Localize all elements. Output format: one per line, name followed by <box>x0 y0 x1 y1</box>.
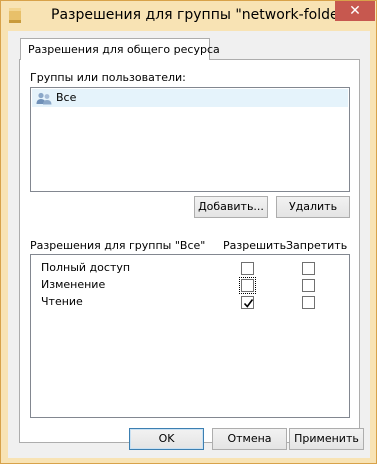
groups-label: Группы или пользователи: <box>30 71 186 84</box>
dialog-client-area: Разрешения для общего ресурса Группы или… <box>8 31 370 458</box>
permission-name: Полный доступ <box>41 261 131 274</box>
permissions-list: Полный доступ Изменение Чтение <box>30 254 350 418</box>
window-title: Разрешения для группы "network-folder" <box>51 7 351 23</box>
allow-read-checkbox[interactable] <box>241 296 254 309</box>
deny-full-control-checkbox[interactable] <box>302 262 315 275</box>
group-name: Все <box>56 91 77 104</box>
allow-column-header: Разрешить <box>223 239 287 252</box>
close-icon: ✕ <box>349 3 361 19</box>
tab-panel: Группы или пользователи: Все Добавить...… <box>19 59 360 443</box>
add-button[interactable]: Добавить... <box>194 196 268 218</box>
users-icon <box>36 92 52 105</box>
remove-button[interactable]: Удалить <box>276 196 350 218</box>
permission-name: Чтение <box>41 295 83 308</box>
dialog-window: Разрешения для группы "network-folder" ✕… <box>0 0 377 464</box>
deny-change-checkbox[interactable] <box>302 279 315 292</box>
list-item[interactable]: Все <box>32 89 348 107</box>
cancel-button[interactable]: Отмена <box>212 428 287 450</box>
title-bar[interactable]: Разрешения для группы "network-folder" ✕ <box>1 1 376 31</box>
checkmark-icon <box>243 299 254 308</box>
permission-name: Изменение <box>41 278 106 291</box>
allow-change-checkbox[interactable] <box>239 277 256 294</box>
deny-column-header: Запретить <box>286 239 348 252</box>
allow-full-control-checkbox[interactable] <box>241 262 254 275</box>
permissions-header: Разрешения для группы "Все" <box>30 239 206 252</box>
tab-share-permissions[interactable]: Разрешения для общего ресурса <box>20 38 220 60</box>
ok-button[interactable]: OK <box>129 428 204 450</box>
deny-read-checkbox[interactable] <box>302 296 315 309</box>
close-button[interactable]: ✕ <box>335 1 375 21</box>
groups-listbox[interactable]: Все <box>30 87 350 192</box>
folder-icon <box>9 8 21 23</box>
apply-button[interactable]: Применить <box>289 428 364 450</box>
